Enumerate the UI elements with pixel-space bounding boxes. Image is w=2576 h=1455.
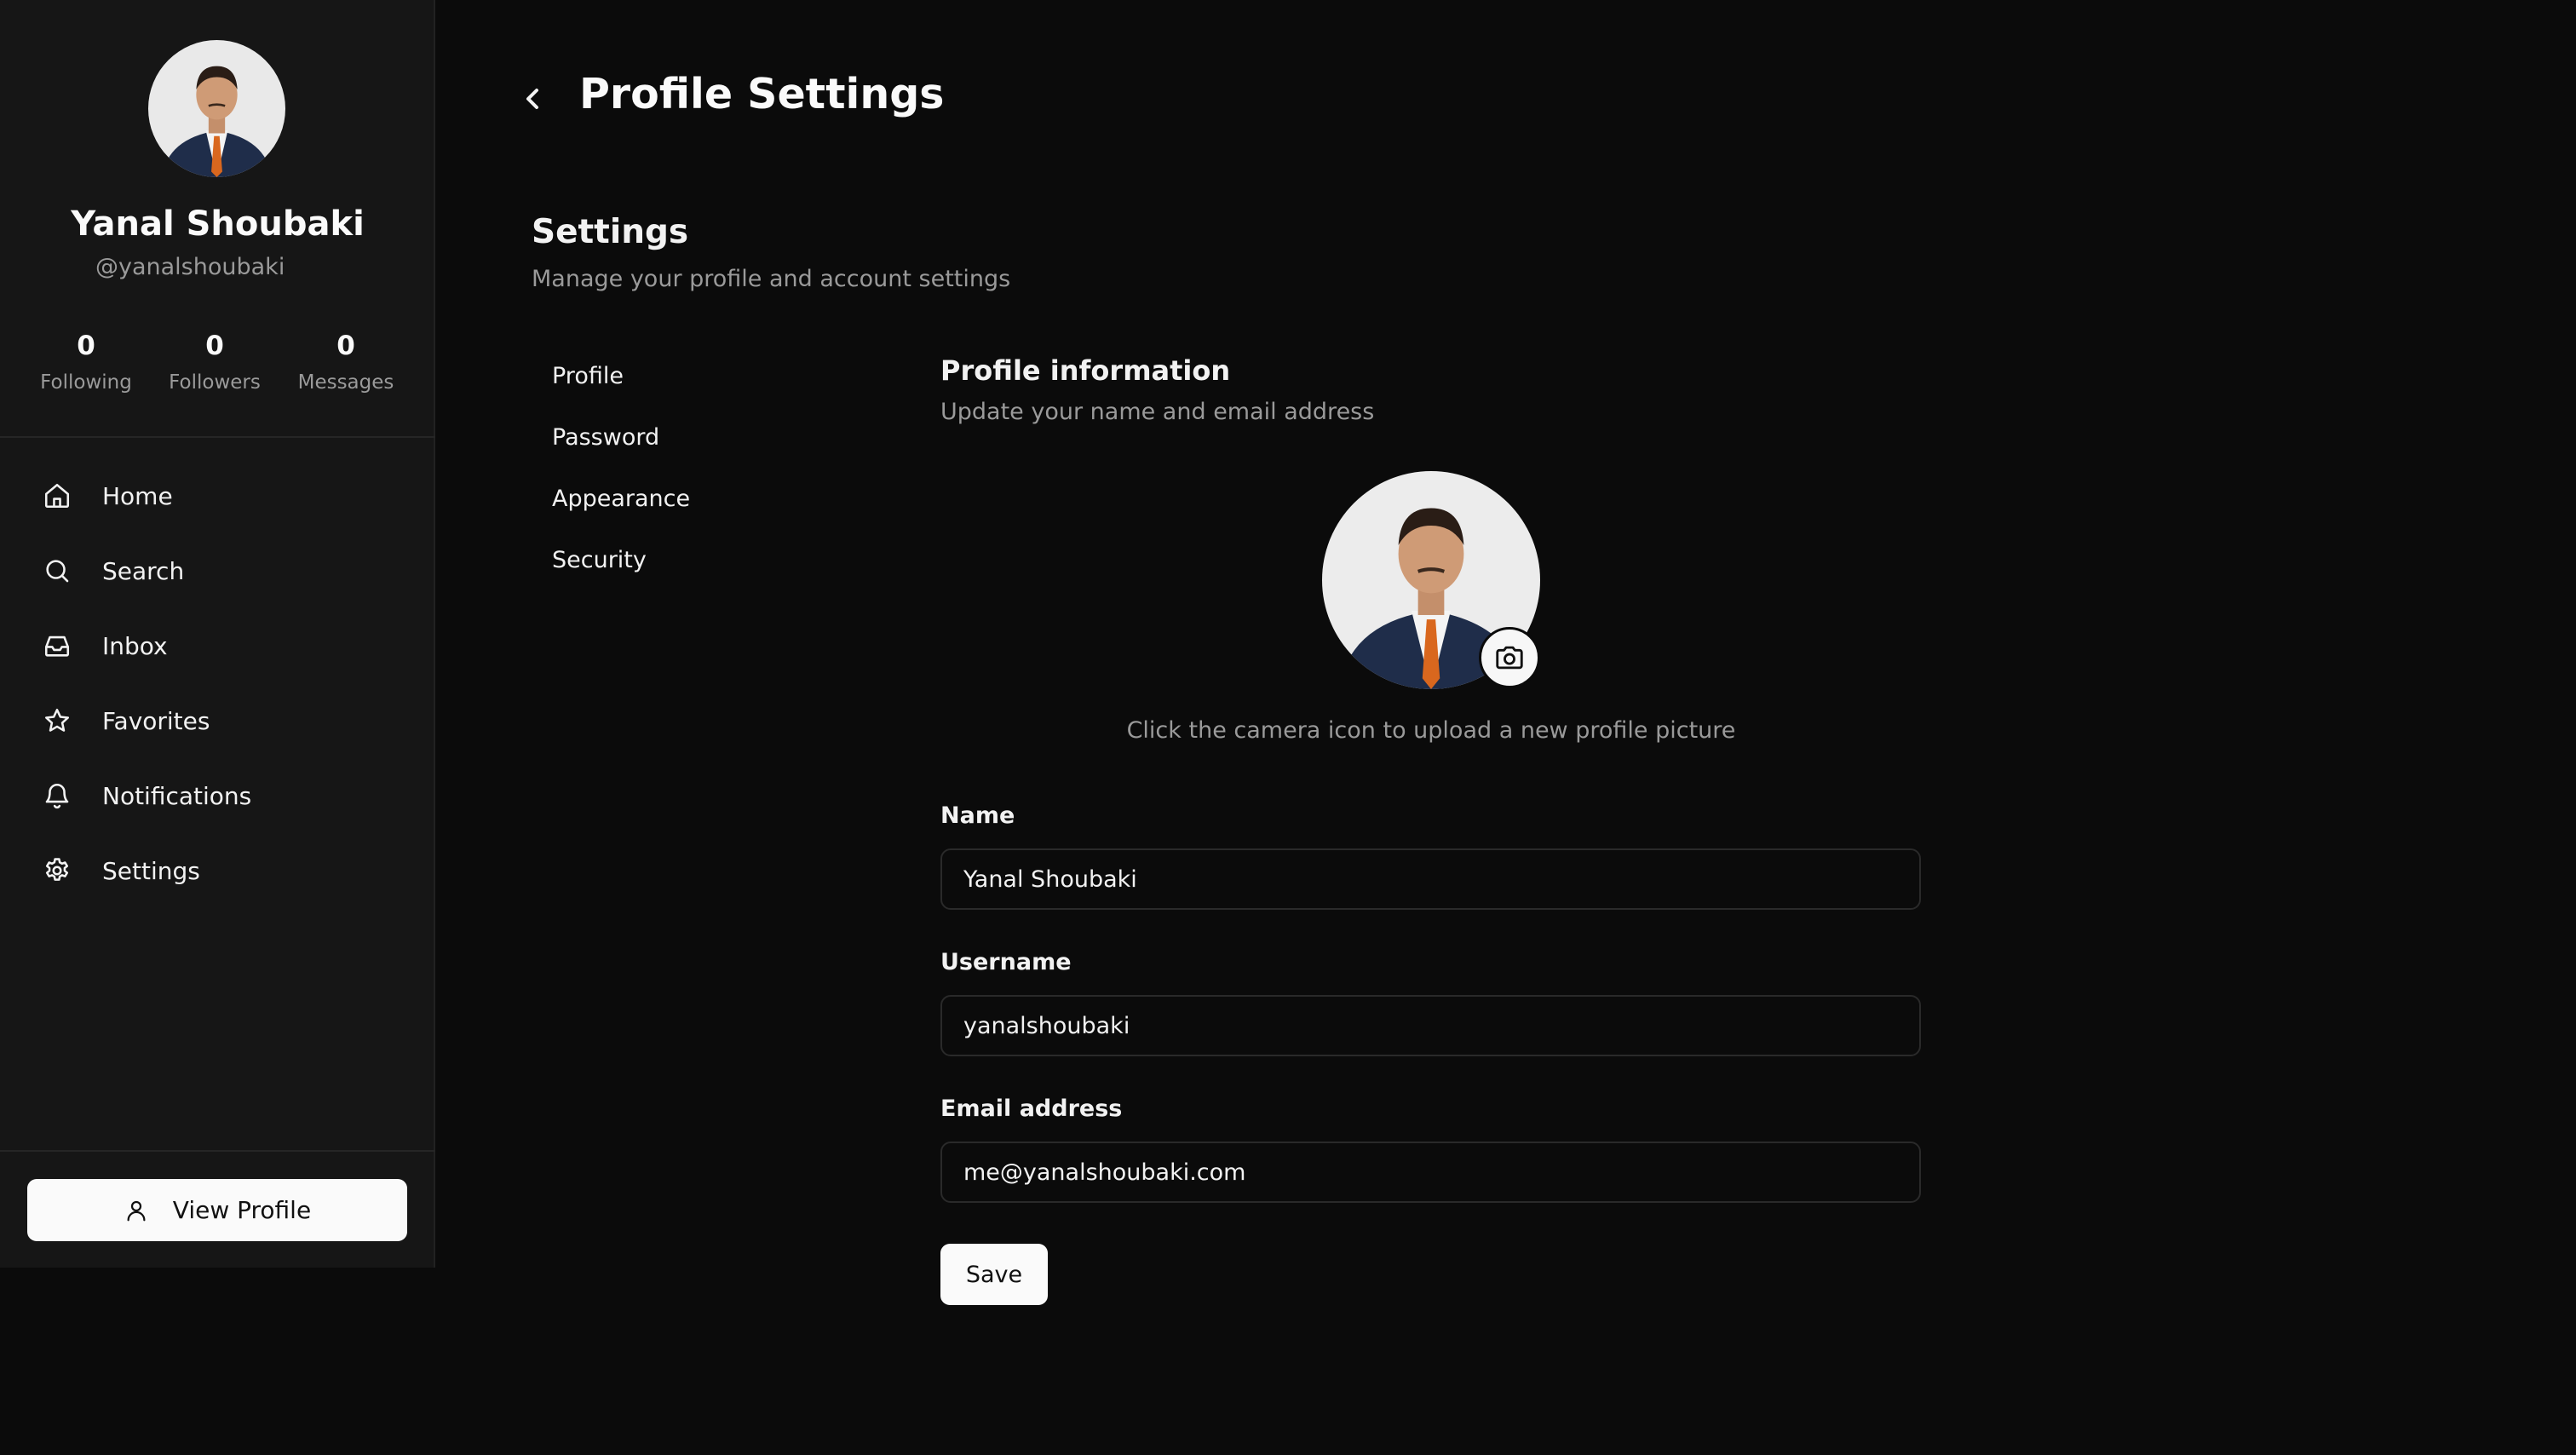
tab-password[interactable]: Password (552, 424, 659, 451)
stat-label: Followers (169, 371, 261, 394)
user-icon (127, 1200, 146, 1221)
inbox-icon (44, 635, 70, 657)
sidebar-item-favorites[interactable]: Favorites (43, 695, 400, 746)
name-field[interactable] (940, 848, 1921, 910)
star-icon (44, 708, 70, 732)
home-icon (44, 483, 70, 509)
tab-appearance[interactable]: Appearance (552, 486, 690, 512)
user-name: Yanal Shoubaki (71, 204, 365, 244)
search-icon (46, 560, 69, 583)
sidebar-item-label: Search (102, 556, 185, 585)
username-field[interactable] (940, 995, 1921, 1056)
settings-subtitle: Manage your profile and account settings (532, 266, 1011, 292)
name-label: Name (940, 802, 1015, 829)
username-label: Username (940, 949, 1072, 975)
email-field[interactable] (940, 1142, 1921, 1203)
stat-following[interactable]: 0 Following (18, 331, 154, 394)
bell-icon (45, 784, 69, 809)
stat-label: Following (40, 371, 132, 394)
stat-value: 0 (77, 331, 95, 361)
avatar[interactable] (148, 40, 285, 177)
view-profile-label: View Profile (172, 1196, 312, 1224)
sidebar-item-home[interactable]: Home (43, 470, 400, 521)
sidebar-item-notifications[interactable]: Notifications (43, 770, 400, 821)
sidebar-item-label: Notifications (102, 781, 252, 810)
sidebar-item-inbox[interactable]: Inbox (43, 620, 400, 671)
stat-label: Messages (297, 371, 394, 394)
profile-info-title: Profile information (940, 354, 1231, 387)
sidebar: Yanal Shoubaki @yanalshoubaki 0 Followin… (0, 0, 435, 1268)
tab-security[interactable]: Security (552, 547, 647, 573)
page-title: Profile Settings (579, 70, 945, 118)
email-label: Email address (940, 1096, 1123, 1122)
stat-value: 0 (336, 331, 355, 361)
sidebar-divider (0, 1150, 435, 1152)
user-handle: @yanalshoubaki (95, 254, 285, 280)
stat-followers[interactable]: 0 Followers (147, 331, 283, 394)
stat-messages[interactable]: 0 Messages (278, 331, 414, 394)
sidebar-item-label: Favorites (102, 706, 210, 735)
view-profile-button[interactable]: View Profile (27, 1179, 407, 1241)
settings-title: Settings (532, 213, 689, 251)
sidebar-item-label: Settings (102, 856, 200, 885)
camera-icon (1496, 646, 1523, 670)
sidebar-item-label: Inbox (102, 631, 168, 660)
tab-profile[interactable]: Profile (552, 363, 624, 389)
sidebar-divider (0, 436, 435, 438)
sidebar-item-label: Home (102, 481, 173, 510)
stat-value: 0 (205, 331, 224, 361)
sidebar-item-search[interactable]: Search (43, 545, 400, 596)
profile-info-subtitle: Update your name and email address (940, 399, 1375, 425)
upload-hint: Click the camera icon to upload a new pr… (1126, 717, 1736, 744)
save-button[interactable]: Save (940, 1244, 1048, 1305)
gear-icon (45, 858, 69, 881)
avatar-photo (148, 40, 285, 177)
upload-photo-button[interactable] (1479, 627, 1540, 688)
chevron-left-icon[interactable] (521, 83, 545, 114)
sidebar-item-settings[interactable]: Settings (43, 845, 400, 896)
